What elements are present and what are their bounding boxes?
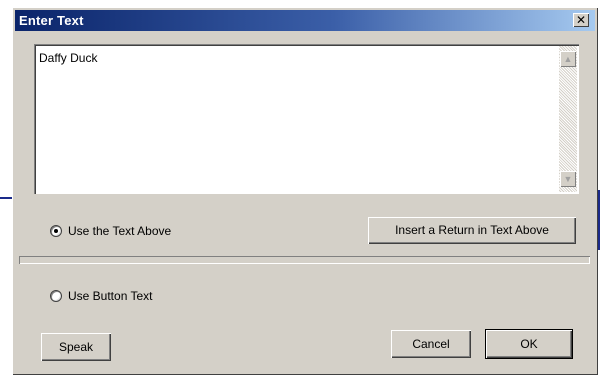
text-input-area[interactable]: Daffy Duck ▲ ▼: [34, 44, 579, 194]
enter-text-dialog: Enter Text ✕ Daffy Duck ▲ ▼ Use the Text…: [12, 7, 598, 375]
close-button[interactable]: ✕: [573, 13, 589, 27]
title-bar[interactable]: Enter Text ✕: [15, 10, 595, 31]
insert-return-button[interactable]: Insert a Return in Text Above: [368, 217, 576, 244]
separator-bar: [19, 256, 590, 264]
scroll-down-arrow-icon[interactable]: ▼: [560, 171, 576, 187]
vertical-scrollbar[interactable]: ▲ ▼: [559, 46, 577, 192]
ok-button[interactable]: OK: [486, 330, 572, 358]
use-text-above-option[interactable]: Use the Text Above: [50, 224, 171, 238]
use-text-above-radio[interactable]: [50, 225, 62, 237]
speak-button[interactable]: Speak: [41, 333, 111, 361]
use-button-text-radio[interactable]: [50, 290, 62, 302]
close-icon: ✕: [575, 13, 587, 27]
cancel-button[interactable]: Cancel: [391, 330, 471, 358]
scroll-up-arrow-icon[interactable]: ▲: [560, 51, 576, 67]
dialog-title: Enter Text: [19, 13, 84, 28]
use-button-text-option[interactable]: Use Button Text: [50, 289, 153, 303]
use-text-above-label: Use the Text Above: [68, 224, 172, 238]
text-input-value: Daffy Duck: [39, 51, 98, 65]
use-button-text-label: Use Button Text: [68, 289, 153, 303]
